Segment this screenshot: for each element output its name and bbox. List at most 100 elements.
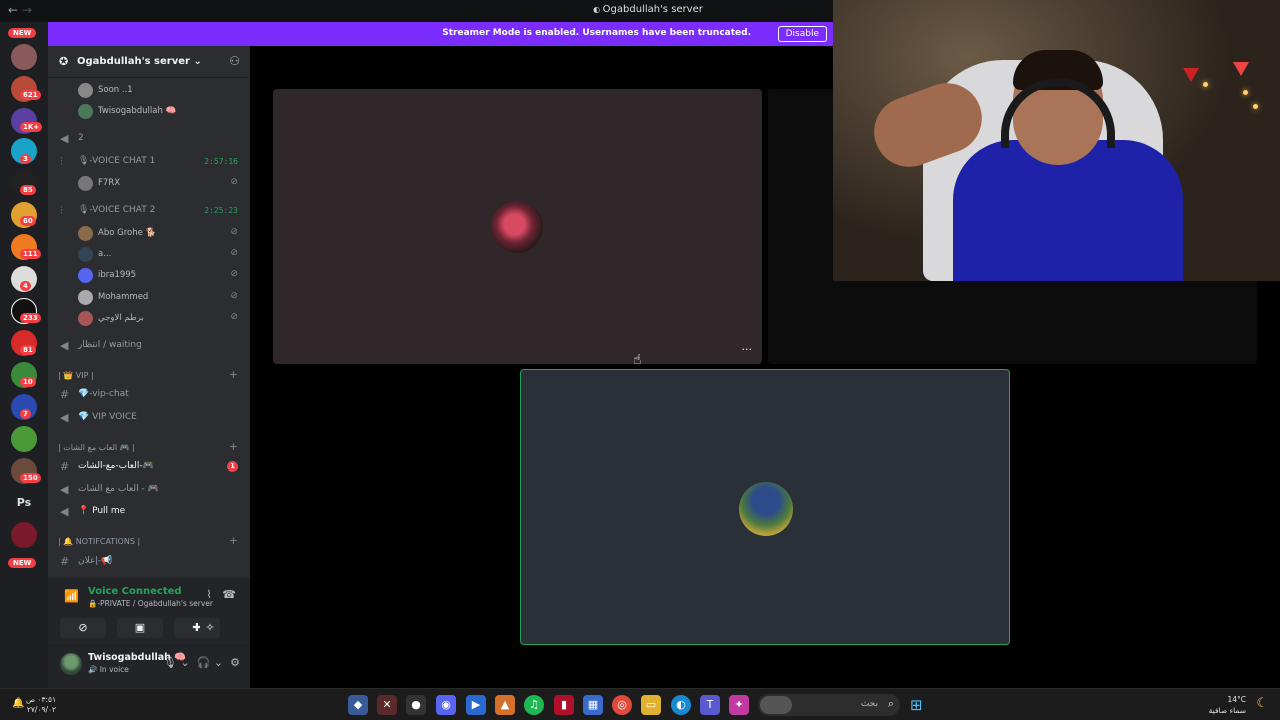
deafened-icon: ⊘ — [230, 312, 238, 322]
create-channel-icon[interactable]: + — [229, 368, 238, 381]
server-icon-1[interactable] — [11, 44, 37, 70]
text-channel[interactable]: #1 العاب-مع-الشات-🎮 — [48, 457, 250, 477]
voice-participant[interactable]: ⊘ برطم الاوجي — [48, 309, 250, 329]
more-options-icon[interactable]: ··· — [742, 343, 753, 356]
participant-name: Mohammed — [98, 292, 149, 302]
call-timer: 2:57:16 — [204, 157, 238, 166]
taskbar-app-icon[interactable]: ▶ — [466, 695, 486, 715]
taskbar-app-icon[interactable]: ✕ — [377, 695, 397, 715]
search-highlight — [760, 696, 792, 714]
streamer-mode-banner: Streamer Mode is enabled. Usernames have… — [48, 22, 833, 46]
server-icon-ps[interactable]: Ps — [11, 490, 37, 516]
camera-off-button[interactable]: ⊘ — [60, 618, 106, 638]
store-icon[interactable]: ▦ — [583, 695, 603, 715]
voice-status[interactable]: Voice Connected — [88, 586, 182, 597]
voice-channel-path[interactable]: 🔒-PRIVATE / Ogabdullah's server — [88, 599, 213, 608]
create-channel-icon[interactable]: + — [229, 440, 238, 453]
category-label: | 🔔 NOTIFCATIONS | — [58, 537, 141, 546]
channel-name: 🎙-VOICE CHAT 1 — [78, 156, 156, 166]
voice-channel[interactable]: ◀ 📍 Pull me — [48, 502, 250, 522]
noise-suppression-icon[interactable]: ⌇ — [206, 588, 211, 601]
avatar — [78, 226, 93, 241]
taskbar-app-icon[interactable]: ▲ — [495, 695, 515, 715]
speaker-icon: ⫶ — [60, 155, 63, 168]
participant-name: برطم الاوجي — [98, 313, 144, 323]
voice-channel[interactable]: ◀ انتظار / waiting — [48, 336, 250, 356]
chrome-icon[interactable]: ◎ — [612, 695, 632, 715]
voice-channel[interactable]: ⫶ 2:25:23 🎙-VOICE CHAT 2 — [48, 201, 250, 221]
channel-category[interactable]: + | 🔔 NOTIFCATIONS | — [48, 532, 250, 552]
spotify-icon[interactable]: ♫ — [524, 695, 544, 715]
taskbar-app-icon[interactable]: ● — [406, 695, 426, 715]
teams-icon[interactable]: T — [700, 695, 720, 715]
speaker-icon: ◀ — [60, 411, 69, 424]
taskbar-app-icon[interactable]: ▮ — [554, 695, 574, 715]
notification-icon[interactable]: 🔔 — [12, 698, 24, 709]
avatar — [78, 290, 93, 305]
disable-streamer-mode-button[interactable]: Disable — [777, 26, 827, 42]
voice-participant[interactable]: ⊘ Mohammed — [48, 288, 250, 308]
voice-participant[interactable]: ⊘ F7RX — [48, 174, 250, 194]
mention-badge: 1 — [227, 461, 238, 472]
participant-tile-speaking[interactable] — [520, 369, 1010, 645]
headphones-icon[interactable]: 🎧 — [197, 656, 211, 669]
soundboard-button[interactable]: ✧ — [200, 618, 220, 638]
disconnect-icon[interactable]: ☎ — [222, 588, 236, 601]
participant-name: a... — [98, 249, 112, 259]
chevron-down-icon: ⌄ — [193, 56, 202, 67]
voice-participant[interactable]: ⊘ Abo Grohe 🐕 — [48, 224, 250, 244]
avatar — [491, 201, 543, 253]
avatar[interactable] — [60, 653, 82, 675]
clock[interactable]: ٠٣:٥١ ص ٢٧/٠٩/٠٢ — [26, 695, 56, 715]
participant-tile[interactable]: ··· — [273, 89, 762, 364]
copilot-icon[interactable]: ✦ — [729, 695, 749, 715]
microphone-icon[interactable]: 🎙 — [163, 656, 177, 669]
mention-badge: 1K+ — [20, 122, 43, 132]
server-icon-13[interactable] — [11, 426, 37, 452]
hand-cursor-icon: ☝ — [633, 352, 642, 368]
search-box[interactable]: بحث ⌕ — [758, 694, 900, 716]
screen-share-button[interactable]: ▣ — [117, 618, 163, 638]
user-panel: Twisogabdullah 🧠 🔊 In voice 🎙 ⌄ 🎧 ⌄ ⚙ — [48, 646, 250, 688]
voice-participant[interactable]: ⊘ ibra1995 — [48, 266, 250, 286]
file-explorer-icon[interactable]: ▭ — [641, 695, 661, 715]
channel-category[interactable]: + | العاب مع الشات 🎮 | — [48, 438, 250, 458]
chevron-down-icon[interactable]: ⌄ — [180, 656, 189, 669]
server-header[interactable]: ✪ Ogabdullah's server ⌄ ⚇ — [48, 46, 250, 78]
channel-name: 📍 Pull me — [78, 506, 126, 516]
weather-widget[interactable]: 14°C سماء صافية — [1209, 694, 1246, 716]
chevron-down-icon[interactable]: ⌄ — [214, 656, 223, 669]
voice-participant[interactable]: Soon ..1 — [48, 81, 250, 101]
signal-icon[interactable]: 📶 — [64, 589, 79, 603]
speaker-icon: ◀ — [60, 132, 69, 145]
voice-channel[interactable]: ⫶ 2:57:16 🎙-VOICE CHAT 1 — [48, 152, 250, 172]
discord-taskbar-icon[interactable]: ◉ — [436, 695, 456, 715]
deafened-icon: ⊘ — [230, 248, 238, 258]
voice-participant[interactable]: Twisogabdullah 🧠 — [48, 102, 250, 122]
text-channel[interactable]: # 💎-vip-chat — [48, 385, 250, 405]
server-name[interactable]: Ogabdullah's server ⌄ — [77, 56, 202, 67]
voice-channel[interactable]: ◀ 💎 VIP VOICE — [48, 408, 250, 428]
discord-window: ← → ◐ Ogabdullah's server NEW 621 1K+ 3 … — [0, 0, 1280, 688]
windows-start-icon[interactable]: ⊞ — [910, 696, 923, 714]
windows-taskbar: 🔔 ٠٣:٥١ ص ٢٧/٠٩/٠٢ ◆ ✕ ● ◉ ▶ ▲ ♫ ▮ ▦ ◎ ▭ … — [0, 688, 1280, 720]
edge-icon[interactable]: ◐ — [671, 695, 691, 715]
avatar — [78, 268, 93, 283]
voice-channel[interactable]: ◀ العاب مع الشات - 🎮 — [48, 480, 250, 500]
channel-name: 💎-vip-chat — [78, 389, 129, 399]
avatar — [78, 311, 93, 326]
mention-badge: 60 — [20, 216, 36, 226]
taskbar-app-icon[interactable]: ◆ — [348, 695, 368, 715]
text-channel[interactable]: # إعلان-📢 — [48, 552, 250, 572]
gear-icon[interactable]: ⚙ — [230, 656, 240, 669]
create-channel-icon[interactable]: + — [229, 534, 238, 547]
channel-name: العاب مع الشات - 🎮 — [78, 484, 159, 494]
voice-participant[interactable]: ⊘ a... — [48, 245, 250, 265]
server-icon-15[interactable] — [11, 522, 37, 548]
user-status: 🔊 In voice — [88, 665, 129, 674]
voice-connection-panel: 📶 Voice Connected 🔒-PRIVATE / Ogabdullah… — [48, 578, 250, 646]
invite-people-icon[interactable]: ⚇ — [229, 54, 240, 68]
channel-category[interactable]: + | 👑 VIP | — [48, 366, 250, 386]
category-label: | 👑 VIP | — [58, 371, 94, 380]
voice-channel[interactable]: ◀ 2 — [48, 129, 250, 149]
